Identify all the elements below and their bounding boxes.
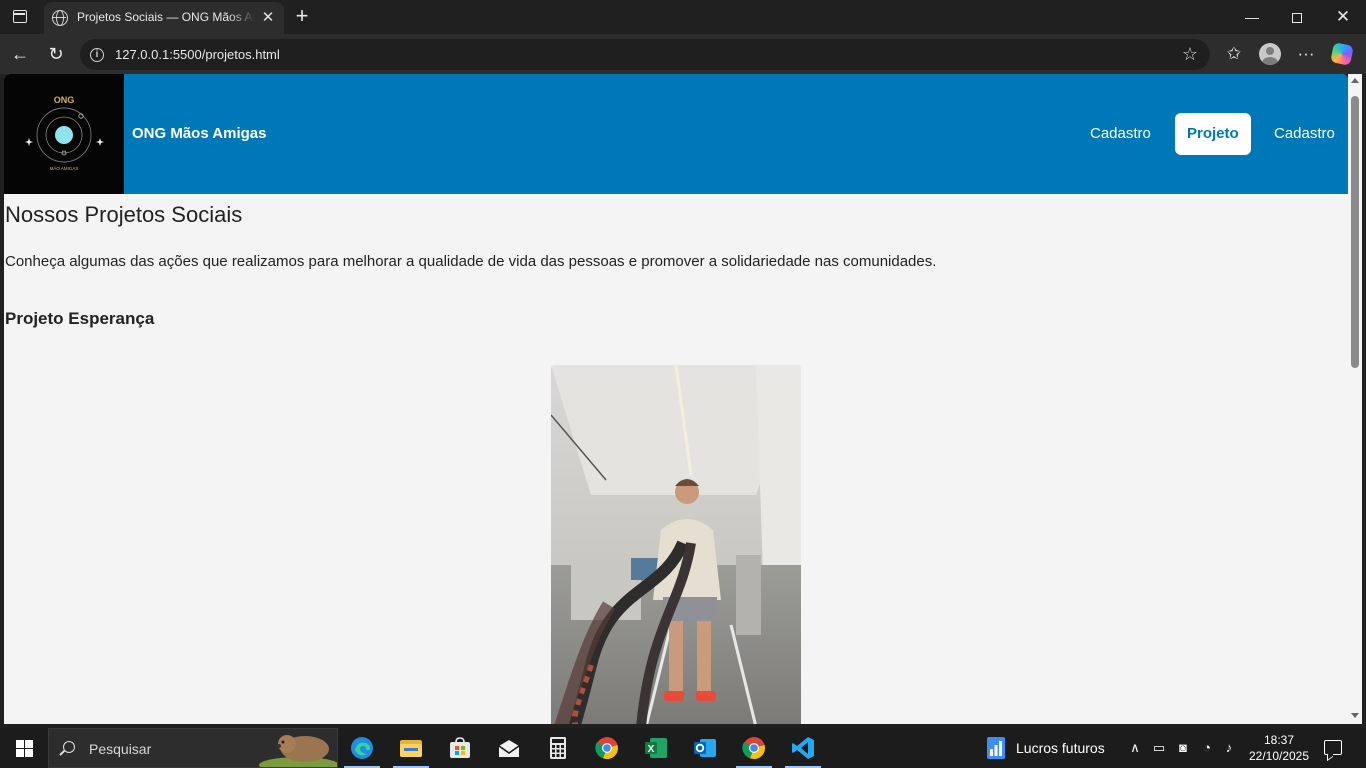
taskbar-file-explorer[interactable]: [389, 728, 433, 768]
site-name: ONG Mãos Amigas: [132, 125, 267, 142]
taskbar-search-box[interactable]: Pesquisar: [48, 728, 338, 768]
volume-icon[interactable]: ♪: [1221, 740, 1237, 756]
excel-icon: X: [645, 738, 667, 758]
taskbar-store[interactable]: [438, 728, 482, 768]
chevron-up-icon[interactable]: ∧: [1127, 740, 1143, 756]
taskbar-outlook[interactable]: [683, 728, 727, 768]
url-text[interactable]: 127.0.0.1:5500/projetos.html: [115, 47, 280, 62]
start-button[interactable]: [0, 728, 48, 768]
mail-icon: [498, 740, 520, 757]
notification-icon[interactable]: [1324, 740, 1342, 755]
reload-button[interactable]: ↻: [42, 40, 70, 68]
file-explorer-icon: [400, 740, 422, 757]
project-title: Projeto Esperança: [5, 309, 155, 328]
page-scrollbar[interactable]: [1348, 74, 1362, 724]
search-placeholder: Pesquisar: [89, 741, 152, 757]
windows-logo-pane: [25, 740, 33, 748]
browser-tab[interactable]: Projetos Sociais — ONG Mãos Amigas ✕: [44, 2, 284, 34]
page-title: Nossos Projetos Sociais: [5, 202, 243, 227]
battery-icon[interactable]: ▭: [1151, 740, 1167, 756]
project-photo-graphic: [551, 365, 801, 724]
news-widget[interactable]: Lucros futuros: [982, 728, 1112, 768]
minimize-button[interactable]: —: [1229, 0, 1275, 34]
windows-logo-icon: [16, 740, 24, 748]
globe-icon: [52, 10, 68, 26]
avatar: [1259, 43, 1281, 65]
nav-link-cadastro[interactable]: Cadastro: [1078, 113, 1163, 155]
browser-tab-bar: Projetos Sociais — ONG Mãos Amigas ✕ + —…: [0, 0, 1366, 34]
clock-date: 22/10/2025: [1248, 749, 1310, 763]
intro-paragraph: Conheça algumas das ações que realizamos…: [5, 253, 937, 270]
address-bar[interactable]: i 127.0.0.1:5500/projetos.html ☆: [80, 39, 1210, 70]
close-tab-icon[interactable]: ✕: [260, 10, 276, 26]
logo-graphic: ONG MÃO AMIGAS: [25, 95, 104, 171]
scroll-up-icon[interactable]: [1351, 78, 1359, 83]
tab-actions-button[interactable]: [8, 5, 32, 29]
back-button[interactable]: ←: [6, 40, 34, 68]
taskbar-clock[interactable]: 18:37 22/10/2025: [1244, 732, 1314, 764]
search-icon: [63, 741, 75, 753]
outlook-icon: [694, 739, 716, 757]
logo-text: ONG: [54, 95, 75, 105]
profile-button[interactable]: [1256, 40, 1284, 68]
site-info-icon[interactable]: i: [90, 48, 104, 62]
tab-title: Projetos Sociais — ONG Mãos Amigas: [77, 10, 255, 24]
copilot-icon: [1330, 42, 1354, 66]
taskbar-edge[interactable]: [340, 728, 384, 768]
page-viewport: ONG MÃO AMIGAS ONG Mãos Amigas Cadastro …: [4, 74, 1348, 724]
settings-menu-button[interactable]: ···: [1292, 40, 1320, 68]
taskbar-mail[interactable]: [487, 728, 531, 768]
chrome-icon: [595, 737, 618, 760]
restore-icon: [1292, 13, 1302, 23]
news-label: Lucros futuros: [1016, 740, 1105, 756]
taskbar: Pesquisar X Lucros futuros ∧ ▭ ◙ ◔ ♪ 18:…: [0, 728, 1366, 768]
windows-logo-pane: [25, 749, 33, 757]
stock-chart-icon: [987, 737, 1005, 759]
new-tab-button[interactable]: +: [290, 4, 314, 28]
taskbar-calculator[interactable]: [536, 728, 580, 768]
nav-link-cadastro-2[interactable]: Cadastro: [1262, 113, 1347, 155]
search-highlight-icon: [259, 735, 337, 767]
taskbar-chrome[interactable]: [585, 728, 629, 768]
wifi-icon[interactable]: ◔: [1199, 740, 1215, 756]
chrome-icon: [742, 737, 765, 760]
tab-actions-icon: [13, 10, 27, 23]
logo-subtext: MÃO AMIGAS: [50, 165, 79, 171]
edge-icon: [351, 737, 373, 759]
site-logo[interactable]: ONG MÃO AMIGAS: [4, 74, 124, 194]
calculator-icon: [550, 737, 566, 759]
camera-icon[interactable]: ◙: [1175, 740, 1191, 756]
windows-logo-pane: [16, 749, 24, 757]
favorite-star-icon[interactable]: ☆: [1178, 42, 1202, 66]
store-icon: [450, 737, 470, 758]
restore-button[interactable]: [1274, 0, 1320, 34]
taskbar-excel[interactable]: X: [634, 728, 678, 768]
taskbar-chrome-2[interactable]: [732, 728, 776, 768]
copilot-button[interactable]: [1328, 40, 1356, 68]
close-window-button[interactable]: ✕: [1320, 0, 1366, 34]
browser-toolbar: ← ↻ i 127.0.0.1:5500/projetos.html ☆ ✩ ·…: [0, 34, 1366, 74]
scroll-thumb[interactable]: [1351, 96, 1359, 368]
favorites-button[interactable]: ✩: [1220, 40, 1248, 68]
svg-text:X: X: [648, 744, 655, 755]
taskbar-vscode[interactable]: [781, 728, 825, 768]
scroll-down-icon[interactable]: [1351, 713, 1359, 718]
nav-link-projeto[interactable]: Projeto: [1175, 113, 1251, 155]
clock-time: 18:37: [1263, 733, 1295, 747]
site-header: ONG MÃO AMIGAS ONG Mãos Amigas Cadastro …: [4, 74, 1348, 194]
vscode-icon: [792, 737, 814, 759]
project-photo: [551, 365, 801, 724]
